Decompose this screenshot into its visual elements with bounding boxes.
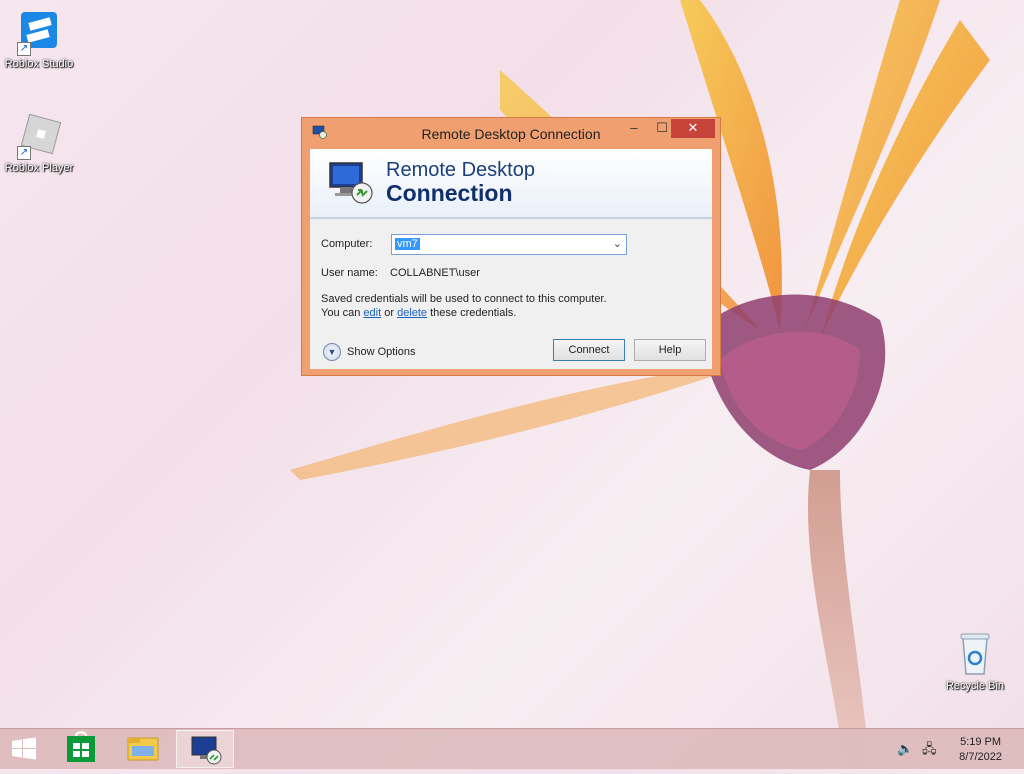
- dialog-client-area: Remote Desktop Connection Computer: vm7 …: [310, 149, 712, 369]
- credentials-suffix: these credentials.: [430, 307, 517, 319]
- username-value: COLLABNET\user: [390, 267, 480, 279]
- shortcut-arrow-icon: ↗: [17, 146, 31, 160]
- show-options-toggle[interactable]: ▼ Show Options: [323, 343, 415, 361]
- clock-date: 8/7/2022: [959, 751, 1002, 763]
- remote-desktop-dialog: Remote Desktop Connection – ☐ ✕ Remote D…: [301, 117, 721, 376]
- volume-muted-icon[interactable]: 🔈: [897, 741, 913, 757]
- clock-time: 5:19 PM: [960, 736, 1002, 748]
- desktop-icon-recycle-bin[interactable]: Recycle Bin: [935, 630, 1015, 692]
- store-icon: [67, 731, 95, 762]
- dialog-banner: Remote Desktop Connection: [310, 149, 712, 219]
- username-label: User name:: [321, 267, 378, 279]
- credentials-prefix: You can: [321, 307, 361, 319]
- computer-value: vm7: [395, 238, 420, 250]
- taskbar: 🔈 🖧 5:19 PM 8/7/2022: [0, 728, 1024, 769]
- banner-title-line1: Remote Desktop: [386, 159, 535, 181]
- close-button[interactable]: ✕: [671, 119, 715, 138]
- credentials-or: or: [384, 307, 395, 319]
- roblox-player-icon: ↗: [15, 112, 63, 160]
- expand-chevron-icon[interactable]: ▼: [323, 343, 341, 361]
- shortcut-arrow-icon: ↗: [17, 42, 31, 56]
- taskbar-remote-desktop-button[interactable]: [176, 730, 234, 768]
- minimize-button[interactable]: –: [620, 119, 648, 138]
- roblox-studio-icon: ↗: [15, 8, 63, 56]
- file-explorer-icon: [127, 737, 159, 761]
- remote-desktop-monitor-icon: [326, 157, 376, 207]
- desktop-icon-roblox-studio[interactable]: ↗ Roblox Studio: [0, 8, 79, 70]
- recycle-bin-icon: [951, 630, 999, 678]
- taskbar-file-explorer-button[interactable]: [114, 730, 172, 768]
- remote-desktop-icon: [191, 736, 222, 765]
- chevron-down-icon[interactable]: ⌄: [613, 237, 622, 250]
- computer-label: Computer:: [321, 238, 373, 250]
- taskbar-store-button[interactable]: [52, 730, 110, 768]
- wallpaper-flower: [290, 0, 990, 768]
- connect-button[interactable]: Connect: [553, 339, 625, 361]
- computer-combobox[interactable]: vm7 ⌄: [391, 234, 627, 255]
- delete-credentials-link[interactable]: delete: [397, 307, 427, 319]
- windows-logo-icon: [12, 737, 36, 760]
- taskbar-clock[interactable]: 5:19 PM 8/7/2022: [959, 735, 1002, 765]
- desktop-icon-label: Roblox Studio: [4, 58, 74, 70]
- edit-credentials-link[interactable]: edit: [363, 307, 381, 319]
- desktop-icon-roblox-player[interactable]: ↗ Roblox Player: [0, 112, 79, 174]
- network-icon[interactable]: 🖧: [922, 741, 938, 757]
- saved-credentials-text: Saved credentials will be used to connec…: [321, 293, 607, 305]
- desktop-icon-label: Recycle Bin: [945, 680, 1005, 692]
- credentials-actions-text: You can edit or delete these credentials…: [321, 307, 516, 319]
- help-button[interactable]: Help: [634, 339, 706, 361]
- desktop-icon-label: Roblox Player: [4, 162, 74, 174]
- banner-title-line2: Connection: [386, 180, 513, 206]
- show-options-label: Show Options: [347, 345, 416, 358]
- title-bar[interactable]: Remote Desktop Connection – ☐ ✕: [302, 118, 720, 148]
- start-button[interactable]: [8, 735, 40, 763]
